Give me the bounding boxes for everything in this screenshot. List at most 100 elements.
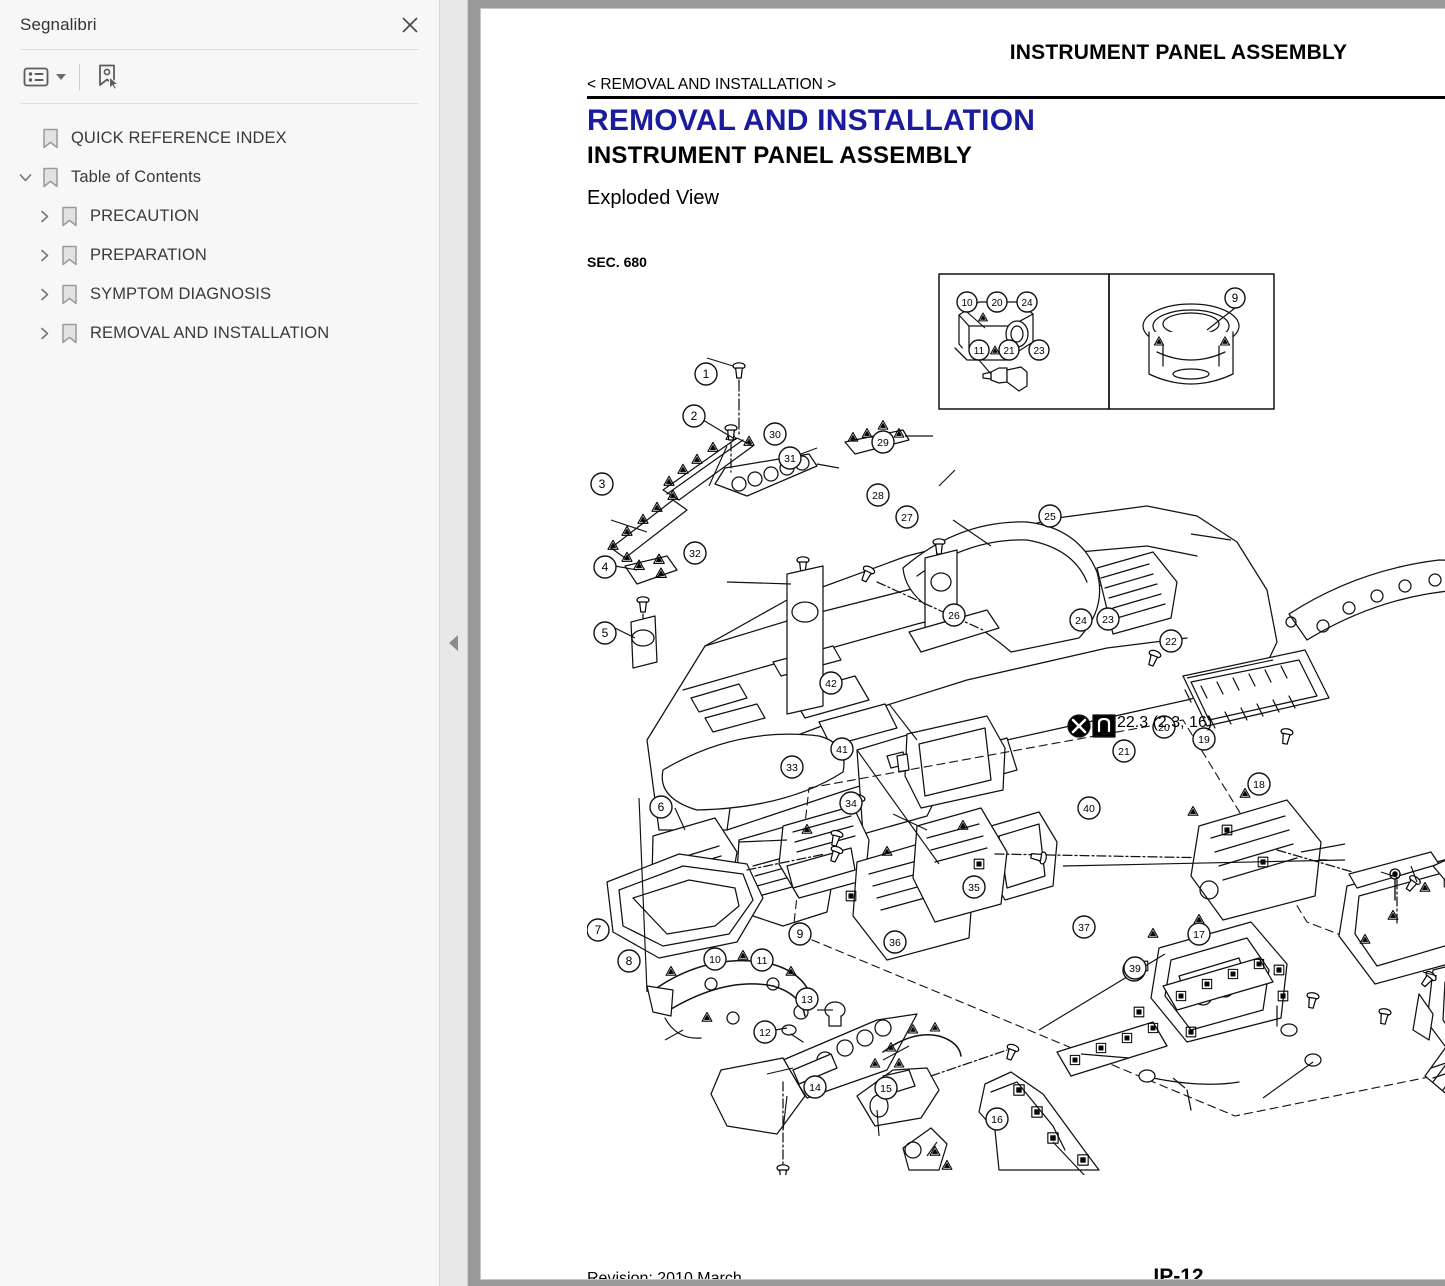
chevron-down-icon[interactable] bbox=[12, 165, 38, 191]
bookmark-icon bbox=[57, 323, 81, 344]
sidebar-title: Segnalibri bbox=[20, 14, 97, 34]
breadcrumb: < REMOVAL AND INSTALLATION > bbox=[587, 76, 837, 93]
callout-number: 13 bbox=[801, 994, 813, 1006]
callout-number: 11 bbox=[757, 955, 768, 967]
callout-number: 6 bbox=[658, 800, 665, 814]
callout-number: 32 bbox=[689, 548, 701, 560]
inset-callout-number: 20 bbox=[991, 298, 1003, 309]
chevron-right-icon[interactable] bbox=[31, 204, 57, 230]
list-options-icon[interactable] bbox=[20, 60, 69, 94]
bookmark-label: SYMPTOM DIAGNOSIS bbox=[90, 285, 272, 303]
callout-number: 1 bbox=[703, 367, 710, 381]
bookmark-label: QUICK REFERENCE INDEX bbox=[71, 129, 287, 147]
triangle-left-icon bbox=[449, 635, 458, 651]
callout-number: 17 bbox=[1193, 929, 1205, 941]
callout-number: 24 bbox=[1075, 615, 1087, 627]
subsection-row: Exploded View INFOID:0000000005896941 bbox=[587, 187, 1445, 210]
callout-number: 3 bbox=[599, 477, 606, 491]
callout-number: 23 bbox=[1102, 614, 1114, 626]
callout-number: 8 bbox=[626, 954, 633, 968]
callout-number: 2 bbox=[691, 409, 698, 423]
leader-line bbox=[978, 359, 992, 375]
bookmark-icon bbox=[57, 245, 81, 266]
callout-number: 40 bbox=[1083, 803, 1095, 815]
bookmark-icon bbox=[38, 167, 62, 188]
page-title: REMOVAL AND INSTALLATION bbox=[587, 104, 1036, 137]
subsection-title: Exploded View bbox=[587, 187, 719, 209]
page-number: IP-12 bbox=[1153, 1265, 1204, 1280]
bookmark-item[interactable]: Table of Contents bbox=[0, 158, 439, 197]
bookmark-tree: QUICK REFERENCE INDEX Table of Contents PR… bbox=[0, 104, 439, 1286]
callout-number: 14 bbox=[809, 1082, 821, 1094]
bookmark-icon bbox=[38, 128, 62, 149]
callout-number: 18 bbox=[1253, 779, 1265, 791]
callout-number: 29 bbox=[877, 437, 889, 449]
inset-callout-number: 21 bbox=[1003, 346, 1015, 357]
bookmark-item[interactable]: PREPARATION bbox=[0, 236, 439, 275]
pdf-reader-window: Segnalibri QUICK REFERENCE INDEX Table o… bbox=[0, 0, 1445, 1286]
header-rule bbox=[587, 96, 1445, 99]
callout-number: 30 bbox=[769, 429, 781, 441]
callout-number: 4 bbox=[602, 560, 609, 574]
callout-number: 7 bbox=[595, 923, 602, 937]
chevron-down-icon bbox=[56, 73, 66, 80]
sidebar-collapse-handle[interactable] bbox=[440, 0, 468, 1286]
callout-number: 35 bbox=[968, 882, 980, 894]
bookmark-label: Table of Contents bbox=[71, 168, 202, 186]
callout-number: 9 bbox=[797, 927, 804, 941]
callout-number: 36 bbox=[889, 937, 901, 949]
inset-callout-number: 9 bbox=[1232, 293, 1238, 305]
callout-number: 37 bbox=[1078, 922, 1090, 934]
callout-number: 39 bbox=[1129, 963, 1141, 975]
bookmark-label: PREPARATION bbox=[90, 246, 207, 264]
running-head: INSTRUMENT PANEL ASSEMBLY bbox=[1009, 41, 1348, 64]
callout-number: 12 bbox=[759, 1027, 771, 1039]
sidebar-toolbar bbox=[0, 50, 439, 103]
inset-callout-number: 10 bbox=[961, 298, 973, 309]
toolbar-separator bbox=[79, 63, 80, 90]
callout-number: 34 bbox=[845, 798, 857, 810]
bookmark-label: REMOVAL AND INSTALLATION bbox=[90, 324, 330, 342]
bookmark-item[interactable]: SYMPTOM DIAGNOSIS bbox=[0, 275, 439, 314]
page-footer: Revision: 2010 March IP-12 Y62 bbox=[519, 1265, 1445, 1280]
exploded-view-drawing: 12345678910 11121314 151617181920212223242… bbox=[587, 273, 1445, 1175]
callout-number: 25 bbox=[1044, 511, 1056, 523]
document-viewer[interactable]: INSTRUMENT PANEL ASSEMBLY < REMOVAL AND … bbox=[440, 0, 1445, 1286]
bookmark-icon bbox=[57, 284, 81, 305]
callout-number: 15 bbox=[880, 1083, 892, 1095]
bookmarks-sidebar: Segnalibri QUICK REFERENCE INDEX Table o… bbox=[0, 0, 440, 1286]
callout-number: 27 bbox=[901, 512, 913, 524]
callout-number: 5 bbox=[602, 626, 609, 640]
torque-spec-note: 22.3 (2.3, 16) bbox=[1117, 714, 1213, 731]
callout-number: 22 bbox=[1165, 636, 1177, 648]
bookmark-item[interactable]: REMOVAL AND INSTALLATION bbox=[0, 314, 439, 353]
callout-number: 42 bbox=[825, 678, 837, 690]
viewer-top-band bbox=[908, 0, 1445, 8]
inset-callout-number: 11 bbox=[974, 346, 985, 357]
callout-number: 10 bbox=[709, 954, 721, 966]
inset-callout-number: 24 bbox=[1021, 298, 1033, 309]
callout-number: 16 bbox=[991, 1114, 1003, 1126]
chevron-right-icon[interactable] bbox=[31, 282, 57, 308]
callout-number: 31 bbox=[784, 453, 796, 465]
exploded-view-figure: 1 2 3 4 5 6 7 8 9 10 11 12 13 14 15 16 17 18 19 20 21 22 23 24 2… bbox=[587, 270, 1445, 1175]
revision-label: Revision: 2010 March bbox=[587, 1270, 742, 1280]
model-code: Y62 bbox=[1204, 1270, 1445, 1279]
chevron-right-icon[interactable] bbox=[31, 321, 57, 347]
sidebar-header: Segnalibri bbox=[0, 0, 439, 49]
bookmark-item[interactable]: QUICK REFERENCE INDEX bbox=[0, 119, 439, 158]
close-icon[interactable] bbox=[395, 10, 425, 40]
bookmark-item[interactable]: PRECAUTION bbox=[0, 197, 439, 236]
callout-number: 19 bbox=[1198, 734, 1210, 746]
bookmark-icon bbox=[57, 206, 81, 227]
bookmark-label: PRECAUTION bbox=[90, 207, 200, 225]
callout-number: 21 bbox=[1118, 746, 1130, 758]
chevron-right-icon[interactable] bbox=[31, 243, 57, 269]
sec-label: SEC. 680 bbox=[587, 254, 647, 270]
inset-callout-number: 23 bbox=[1033, 346, 1045, 357]
callout-number: 33 bbox=[786, 762, 798, 774]
callout-number: 28 bbox=[872, 490, 884, 502]
pdf-page: INSTRUMENT PANEL ASSEMBLY < REMOVAL AND … bbox=[480, 8, 1445, 1280]
bookmark-cursor-icon[interactable] bbox=[92, 60, 124, 94]
callout-number: 41 bbox=[836, 744, 848, 756]
